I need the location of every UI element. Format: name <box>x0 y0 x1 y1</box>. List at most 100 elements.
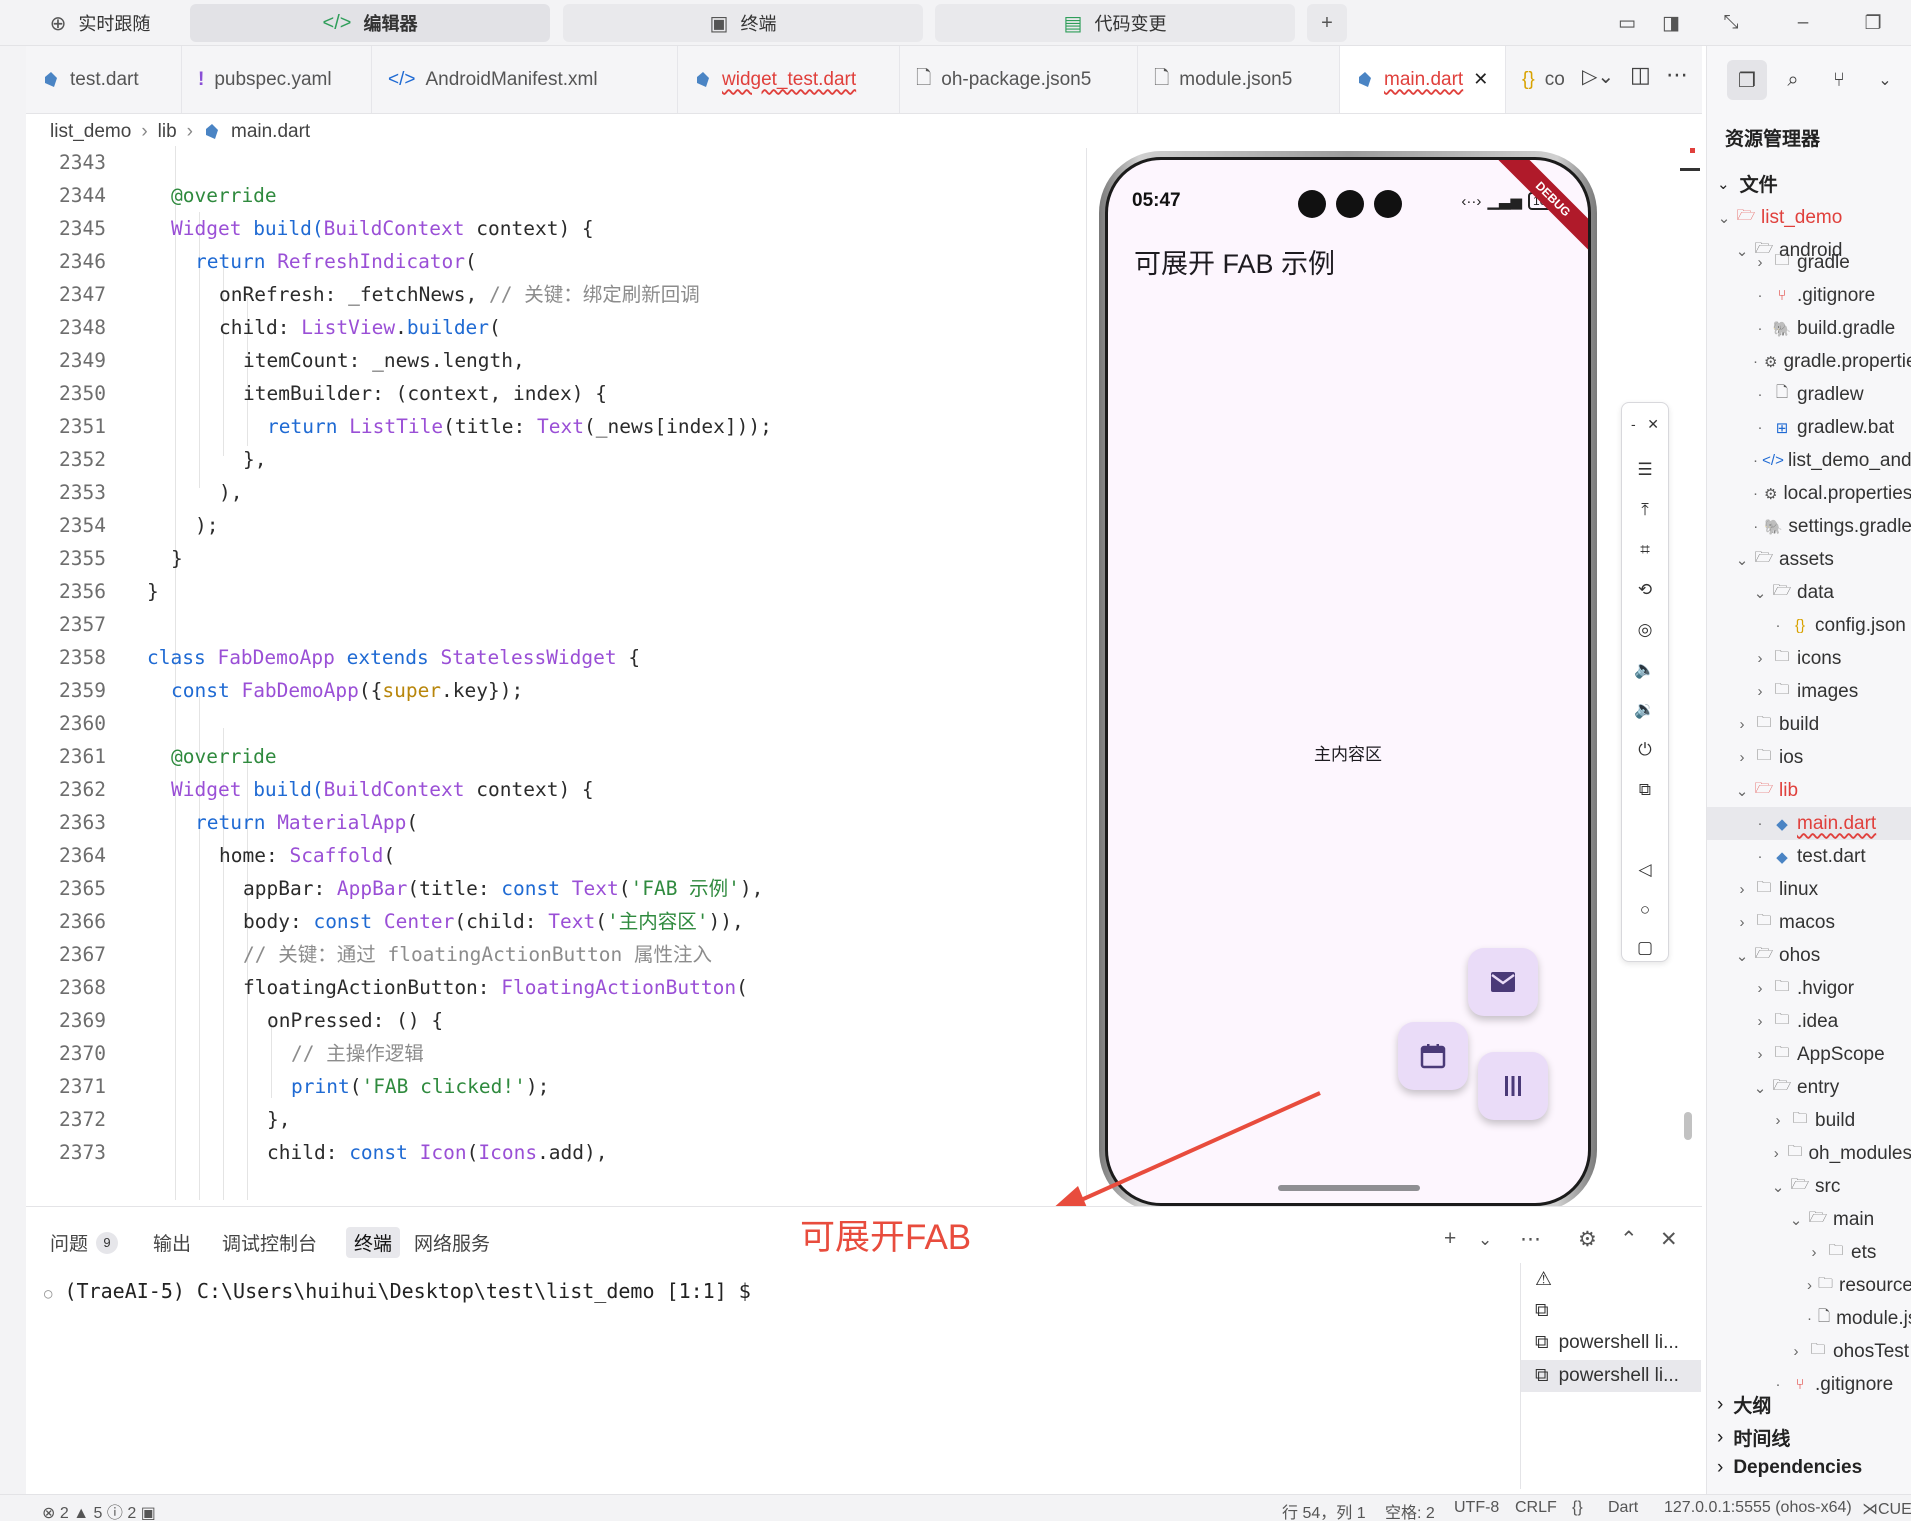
terminal-output[interactable]: ○ (TraeAI-5) C:\Users\huihui\Desktop\tes… <box>44 1279 751 1303</box>
tree-item[interactable]: ⌄ 🗁 data <box>1707 576 1911 609</box>
tree-item[interactable]: › 🗀 .idea <box>1707 1005 1911 1038</box>
power-icon[interactable]: ⏻ <box>1622 735 1668 765</box>
tree-item[interactable]: · ⚙ local.properties <box>1707 477 1911 510</box>
terminal-item[interactable]: ⧉ powershell li... <box>1521 1327 1701 1359</box>
tab-pubspec[interactable]: ! pubspec.yaml <box>182 46 372 113</box>
rotate-icon[interactable]: ⟲ <box>1622 575 1668 605</box>
tree-item[interactable]: · 🐘 build.gradle <box>1707 312 1911 345</box>
tree-item[interactable]: › 🗀 oh_modules <box>1707 1137 1911 1170</box>
tree-item[interactable]: › 🗀 .hvigor <box>1707 972 1911 1005</box>
section-files[interactable]: ⌄ 文件 <box>1717 170 1778 197</box>
chevron-down-icon[interactable]: ⌄ <box>1865 60 1905 100</box>
chevron-down-icon[interactable]: ⌄ <box>1478 1230 1492 1250</box>
tab-main-dart[interactable]: main.dart ✕ <box>1340 46 1506 113</box>
tree-item[interactable]: · 🐘 settings.gradle <box>1707 510 1911 543</box>
home-icon[interactable]: ○ <box>1622 895 1668 925</box>
tree-item[interactable]: ⌄ 🗁 ohos <box>1707 939 1911 972</box>
changes-view-button[interactable]: ▤ 代码变更 <box>935 4 1295 42</box>
section-timeline[interactable]: › 时间线 <box>1717 1424 1790 1451</box>
add-view-button[interactable]: + <box>1307 4 1347 42</box>
tab-widget-test[interactable]: widget_test.dart <box>678 46 900 113</box>
warning-icon[interactable]: ⚠ <box>1521 1263 1701 1295</box>
encoding-status[interactable]: UTF-8 <box>1454 1499 1499 1517</box>
close-icon[interactable]: ✕ <box>1473 69 1488 90</box>
emulator-menu-icon[interactable]: ☰ <box>1622 455 1668 485</box>
search-icon[interactable]: ⌕ <box>1773 60 1813 100</box>
minimize-button[interactable]: – <box>1786 8 1820 38</box>
tree-item[interactable]: › 🗀 icons <box>1707 642 1911 675</box>
tree-item[interactable]: › 🗀 images <box>1707 675 1911 708</box>
tab-output[interactable]: 输出 <box>153 1229 191 1256</box>
screenshot-icon[interactable]: ⧉ <box>1622 775 1668 805</box>
follow-button[interactable]: ⊕ 实时跟随 <box>30 4 170 42</box>
tree-item[interactable]: ⌄ 🗁 src <box>1707 1170 1911 1203</box>
more-icon[interactable]: ⋯ <box>1520 1227 1541 1252</box>
tree-item[interactable]: · ⚙ gradle.properties <box>1707 345 1911 378</box>
tree-item[interactable]: › 🗀 AppScope <box>1707 1038 1911 1071</box>
toggle-panel-button[interactable]: ▭ <box>1610 8 1644 38</box>
tab-network[interactable]: 网络服务 <box>414 1229 490 1256</box>
tree-item[interactable]: · ◆ test.dart <box>1707 840 1911 873</box>
section-outline[interactable]: › 大纲 <box>1717 1391 1771 1418</box>
restore-button[interactable]: ❐ <box>1856 8 1890 38</box>
code-editor[interactable]: 2343 2344 @override 2345 Widget build(Buil… <box>26 146 1086 1200</box>
tab-oh-package[interactable]: 🗋 oh-package.json5 <box>900 46 1138 113</box>
tree-item[interactable]: › 🗀 resources <box>1707 1269 1911 1302</box>
tree-item[interactable]: · ⊞ gradlew.bat <box>1707 411 1911 444</box>
new-terminal-button[interactable]: + <box>1444 1227 1456 1251</box>
pin-top-icon[interactable]: ⤒ <box>1622 495 1668 525</box>
tree-item[interactable]: · 🗋 module.json5 <box>1707 1302 1911 1335</box>
menu-fab[interactable] <box>1478 1052 1548 1120</box>
source-control-icon[interactable]: ⑂ <box>1819 60 1859 100</box>
tab-android-manifest[interactable]: </> AndroidManifest.xml <box>372 46 678 113</box>
tree-item[interactable]: · ◆ main.dart <box>1707 807 1911 840</box>
problems-status[interactable]: ⊗ 2 ▲ 5 ⓘ 2 ▣ <box>42 1499 156 1521</box>
tree-item[interactable]: ⌄ 🗁 entry <box>1707 1071 1911 1104</box>
tree-item[interactable]: › 🗀 macos <box>1707 906 1911 939</box>
volume-up-icon[interactable]: 🔈 <box>1622 655 1668 685</box>
tab-config[interactable]: {} co <box>1506 46 1576 113</box>
editor-view-button[interactable]: </> 编辑器 <box>190 4 550 42</box>
tree-item[interactable]: › 🗀 linux <box>1707 873 1911 906</box>
recents-icon[interactable]: ▢ <box>1622 933 1668 963</box>
tree-item[interactable]: › 🗀 gradle <box>1707 246 1911 279</box>
tree-item[interactable]: ⌄ 🗁 main <box>1707 1203 1911 1236</box>
run-icon[interactable]: ▷⌄ <box>1582 64 1614 89</box>
tab-test-dart[interactable]: test.dart <box>26 46 182 113</box>
braces-icon[interactable]: {} <box>1572 1499 1583 1517</box>
tab-debug-console[interactable]: 调试控制台 <box>222 1229 317 1256</box>
crop-icon[interactable]: ⌗ <box>1622 535 1668 565</box>
terminal-icon[interactable]: ⧉ <box>1521 1295 1701 1327</box>
emulator-minimize-icon[interactable]: ‑ ✕ <box>1622 409 1668 439</box>
cue-status[interactable]: ⋊CUE <box>1862 1499 1911 1519</box>
calendar-fab[interactable] <box>1398 1022 1468 1090</box>
tree-item[interactable]: › 🗀 ohosTest <box>1707 1335 1911 1368</box>
tree-item[interactable]: · ⑂ .gitignore <box>1707 279 1911 312</box>
toggle-sidebar-button[interactable]: ◨ <box>1654 8 1688 38</box>
tree-item[interactable]: · 🗋 gradlew <box>1707 378 1911 411</box>
tree-item[interactable]: › 🗀 build <box>1707 708 1911 741</box>
cursor-position[interactable]: 行 54，列 1 <box>1282 1499 1366 1521</box>
tree-item[interactable]: › 🗀 ios <box>1707 741 1911 774</box>
mail-fab[interactable] <box>1468 948 1538 1016</box>
tree-item[interactable]: ·</>list_demo_android.iml <box>1707 444 1911 477</box>
split-editor-icon[interactable]: ◫ <box>1630 62 1651 88</box>
tree-item[interactable]: ⌄ 🗁 list_demo <box>1707 201 1911 234</box>
tree-item[interactable]: › 🗀 ets <box>1707 1236 1911 1269</box>
maximize-panel-icon[interactable]: ⌃ <box>1620 1227 1638 1252</box>
eol-status[interactable]: CRLF <box>1515 1499 1557 1517</box>
tab-terminal[interactable]: 终端 <box>346 1227 401 1258</box>
tab-problems[interactable]: 问题 9 <box>50 1229 119 1256</box>
collapse-icon[interactable]: ⤡ <box>1714 8 1748 38</box>
section-dependencies[interactable]: › Dependencies <box>1717 1457 1862 1479</box>
tree-item[interactable]: ⌄ 🗁 assets <box>1707 543 1911 576</box>
editor-scrollbar[interactable] <box>1684 1112 1692 1140</box>
tree-item[interactable]: · {} config.json <box>1707 609 1911 642</box>
settings-icon[interactable]: ⚙ <box>1578 1227 1597 1252</box>
tree-item[interactable]: › 🗀 build <box>1707 1104 1911 1137</box>
terminal-view-button[interactable]: ▣ 终端 <box>563 4 923 42</box>
breadcrumb-item[interactable]: list_demo <box>50 121 131 143</box>
phone-screen[interactable]: 05:47 ‹··› ▁▃▅ 100 DEBUG 可展开 FAB 示例 主内容区 <box>1105 157 1591 1206</box>
back-icon[interactable]: ◁ <box>1622 855 1668 885</box>
more-icon[interactable]: ⋯ <box>1666 62 1688 88</box>
